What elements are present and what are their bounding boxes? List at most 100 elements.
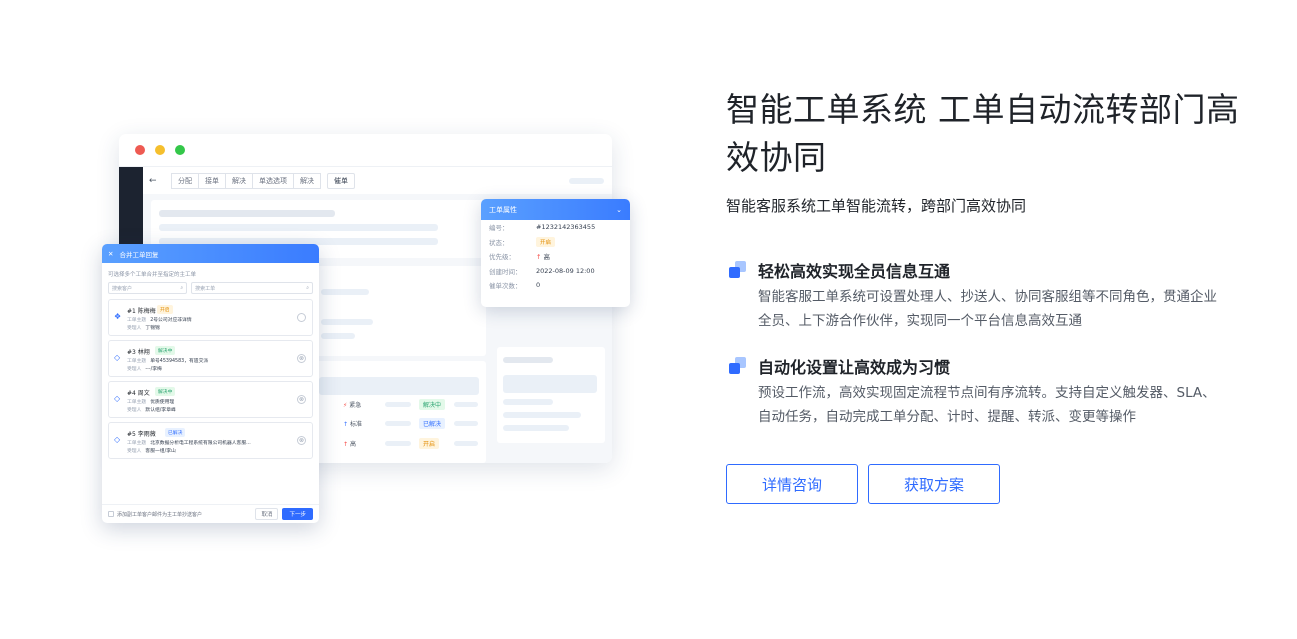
property-row: 优先级： ↑ 高 [481,249,630,264]
diamond-icon: ◇ [114,394,121,403]
field-key: 受理人 [127,408,142,413]
select-radio [297,313,306,322]
hero-subtitle: 智能客服系统工单智能流转，跨部门高效协同 [726,197,1027,215]
property-value: #1232142363455 [536,223,596,232]
placeholder-line [321,333,355,339]
property-row: 催单次数： 0 [481,278,630,293]
merge-icon: ❖ [114,312,122,321]
consult-button[interactable]: 详情咨询 [726,464,858,504]
priority-cell: ↑ 高 [343,439,356,448]
status-badge: 解决中 [419,399,446,410]
property-row: 编号： #1232142363455 [481,220,630,235]
ticket-assignee: 受理人 ---/李梅 [127,365,162,372]
cc-checkbox-label: 添加副工单客户邮件为主工单抄送客户 [117,511,203,518]
placeholder-line [321,289,369,295]
status-badge: 已解决 [165,428,186,437]
placeholder-cell [454,421,478,426]
get-solution-button[interactable]: 获取方案 [868,464,1000,504]
select-radio: ⊗ [297,354,306,363]
ticket-assignee: 受理人 默认组/李章峰 [127,406,176,413]
close-icon: ✕ [108,249,114,258]
status-badge: 已解决 [419,418,446,429]
property-key: 状态： [489,238,509,247]
property-key: 编号： [489,224,509,233]
field-key: 工单主题 [127,441,147,446]
priority-label: 标准 [350,421,363,428]
toolbar-placeholder [569,178,604,184]
placeholder-cell [385,441,411,446]
ticket-card: ◇ #4 周文 解决中 工单主题 优质使用理 受理人 默认组/李章峰 ⊗ [108,381,313,418]
property-value: ↑ 高 [536,251,550,261]
property-row: 状态： 开启 [481,235,630,250]
ticket-assignee: 受理人 丁锦锦 [127,324,160,331]
search-placeholder: 搜索客户 [112,285,133,292]
field-value: 优质使用理 [150,400,175,405]
search-placeholder: 搜索工单 [195,285,216,292]
dialog-header: ✕ 合并工单回复 [102,244,319,263]
field-key: 工单主题 [127,359,147,364]
field-value: 丁锦锦 [145,326,160,331]
ticket-card: ❖ #1 陈梅梅 开启 工单主题 2号公司对应非详情 受理人 丁锦锦 [108,299,313,336]
toolbar-tab: 解决 [293,172,321,189]
next-button: 下一步 [282,508,313,520]
ticket-card: ◇ #3 林翔 解决中 工单主题 单号45394583，有遗交派 受理人 ---/李… [108,340,313,377]
field-value: 默认组/李章峰 [145,408,176,413]
search-icon: ⌕ [306,285,309,291]
ticket-name: #1 陈梅梅 [127,308,156,315]
cancel-button: 取消 [255,508,279,520]
property-value: 0 [536,281,541,290]
maximize-window-dot [175,145,185,155]
priority-label: 高 [350,441,357,448]
select-radio: ⊗ [297,436,306,445]
property-value: 2022-08-09 12:00 [536,266,595,275]
arrow-up-icon: ↑ [343,441,349,448]
ticket-property-card: 工单属性 ⌄ 编号： #1232142363455 状态： 开启 优先级： ↑ 高 创建… [481,199,630,307]
dialog-hint: 可选择多个工单合并至指定的主工单 [108,272,197,278]
arrow-up-icon: ↑ [343,421,349,428]
field-value: 北京数据分析电工程系统有限公司机器人客服... [150,441,251,446]
status-badge: 开启 [419,438,440,449]
field-value: 单号45394583，有遗交派 [150,359,209,364]
ticket-subject: 工单主题 优质使用理 [127,398,174,405]
hero-section: ← 分配 接单 解决 单选选项 解决 催单 ⚡ 紧急 ↑ 标准 ↑ 高 解决中 … [0,0,1297,639]
property-row: 创建时间： 2022-08-09 12:00 [481,264,630,279]
status-badge: 解决中 [155,346,176,355]
placeholder-line [321,319,373,325]
minimize-window-dot [155,145,165,155]
field-key: 受理人 [127,367,142,372]
placeholder-cell [454,402,478,407]
dialog-footer: 添加副工单客户邮件为主工单抄送客户 取消 下一步 [102,504,319,523]
property-key: 催单次数： [489,282,522,291]
ticket-subject: 工单主题 2号公司对应非详情 [127,316,192,323]
placeholder-line [159,224,438,231]
placeholder-cell [454,441,478,446]
property-key: 创建时间： [489,267,522,276]
placeholder-cell [385,421,411,426]
property-key: 优先级： [489,253,515,262]
urgent-icon: ⚡ [343,402,348,409]
feature-icon [729,357,746,374]
diamond-icon: ◇ [114,435,121,444]
feature-title: 自动化设置让高效成为习惯 [758,358,951,377]
feature-icon [729,261,746,278]
field-value: 2号公司对应非详情 [150,318,192,323]
back-arrow-icon: ← [149,175,157,186]
field-value: 客服一组/李山 [145,449,176,454]
select-radio: ⊗ [297,395,306,404]
field-key: 工单主题 [127,318,147,323]
arrow-up-icon: ↑ [536,253,542,262]
ticket-name: #3 林翔 [127,349,150,356]
feature-desc: 预设工作流，高效实现固定流程节点间有序流转。支持自定义触发器、SLA、自动任务，… [758,385,1216,425]
dialog-title: 合并工单回复 [119,250,159,259]
field-key: 工单主题 [127,400,147,405]
ticket-card: ◇ #5 李雨薇 已解决 工单主题 北京数据分析电工程系统有限公司机器人客服...… [108,422,313,459]
property-card-title: 工单属性 [489,205,517,214]
ticket-assignee: 受理人 客服一组/李山 [127,447,176,454]
priority-value: 高 [543,253,550,262]
feature-desc: 智能客服工单系统可设置处理人、抄送人、协同客服组等不同角色，贯通企业全员、上下游… [758,289,1217,329]
window-titlebar [119,134,612,167]
toolbar-tab: 接单 [198,172,226,189]
customer-search-input: 搜索客户 ⌕ [108,282,188,294]
search-icon: ⌕ [180,285,184,291]
property-card-header: 工单属性 ⌄ [481,199,630,220]
